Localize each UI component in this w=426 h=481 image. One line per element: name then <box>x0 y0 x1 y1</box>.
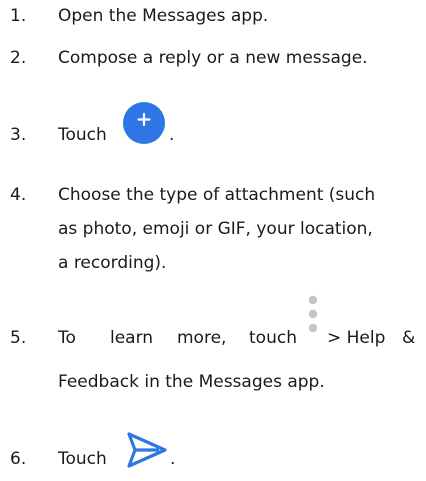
step-text: Touch <box>58 449 107 469</box>
step-number: 2. <box>10 48 27 68</box>
step-number: 6. <box>10 449 27 469</box>
step-number: 1. <box>10 6 27 26</box>
send-icon <box>125 430 169 475</box>
step-text: Compose a reply or a new message. <box>58 48 368 68</box>
step-text: Touch <box>58 125 107 145</box>
step-text-line-1: Choose the type of attachment (such <box>58 185 376 205</box>
more-vertical-icon <box>305 290 321 353</box>
step-period: . <box>170 449 176 469</box>
step-number: 3. <box>10 125 27 145</box>
instructions-page: { "steps": [ { "number": "1.", "lines": … <box>0 0 426 481</box>
step-text-line-2: as photo, emoji or GIF, your location, <box>58 219 373 239</box>
step-word: more, <box>177 328 227 348</box>
step-text-line-3: a recording). <box>58 253 167 273</box>
plus-circle-icon <box>121 100 167 151</box>
step-number: 5. <box>10 328 27 348</box>
step-text-line-2: Feedback in the Messages app. <box>58 372 325 392</box>
step-word: & <box>402 328 416 348</box>
step-number: 4. <box>10 185 27 205</box>
step-period: . <box>169 125 175 145</box>
step-word: To <box>58 328 76 348</box>
step-word: learn <box>110 328 154 348</box>
step-word: > Help <box>327 328 386 348</box>
step-text: Open the Messages app. <box>58 6 269 26</box>
step-word: touch <box>249 328 297 348</box>
